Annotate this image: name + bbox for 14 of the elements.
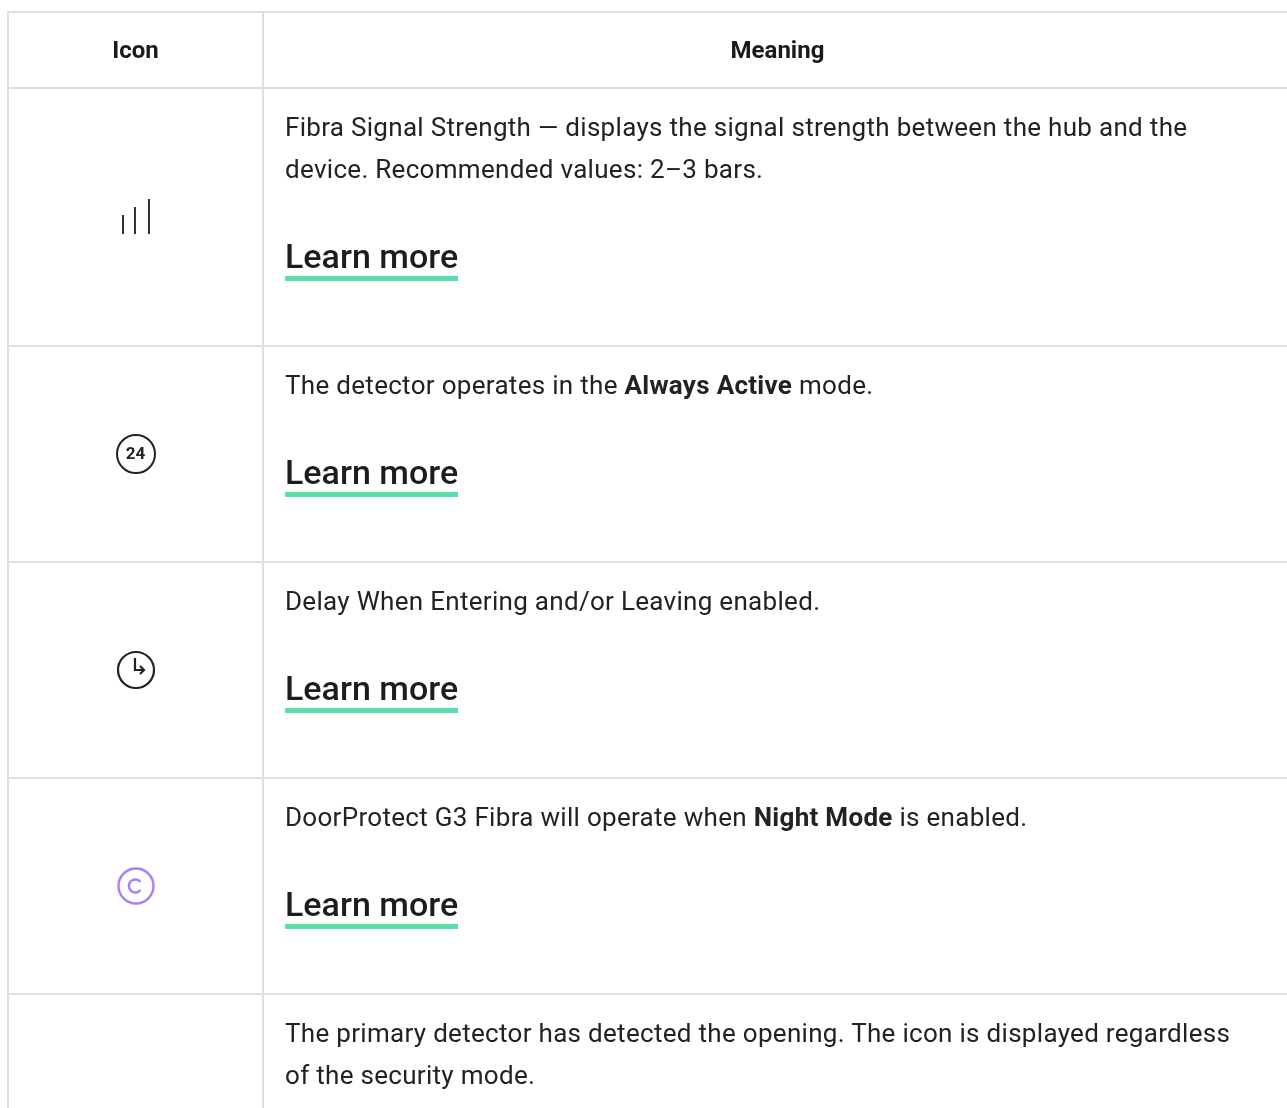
circle-icon: [115, 866, 156, 906]
learn-more-link[interactable]: Learn more: [285, 669, 459, 713]
column-header: Meaning: [730, 36, 825, 64]
clock-icon: [115, 650, 156, 690]
description-text: DoorProtect G3 Fibra will operate when Night Mode is enabled.: [285, 801, 1029, 834]
learn-more-link[interactable]: Learn more: [285, 885, 459, 929]
description-text: Fibra Signal Strength — displays the signal strength between the hub and the device. Recommended values: 2–3 bars.: [285, 111, 1189, 186]
round-badge-icon: 24: [115, 434, 156, 474]
description-text: Delay When Entering and/or Leaving enabled.: [285, 585, 822, 618]
description-text: The detector operates in the Always Active mode.: [285, 369, 875, 402]
description-text: The primary detector has detected the opening. The icon is displayed regardless of the security mode.: [285, 1017, 1232, 1092]
column-header: Icon: [112, 36, 159, 64]
learn-more-link[interactable]: Learn more: [285, 453, 459, 497]
learn-more-link[interactable]: Learn more: [285, 237, 459, 281]
